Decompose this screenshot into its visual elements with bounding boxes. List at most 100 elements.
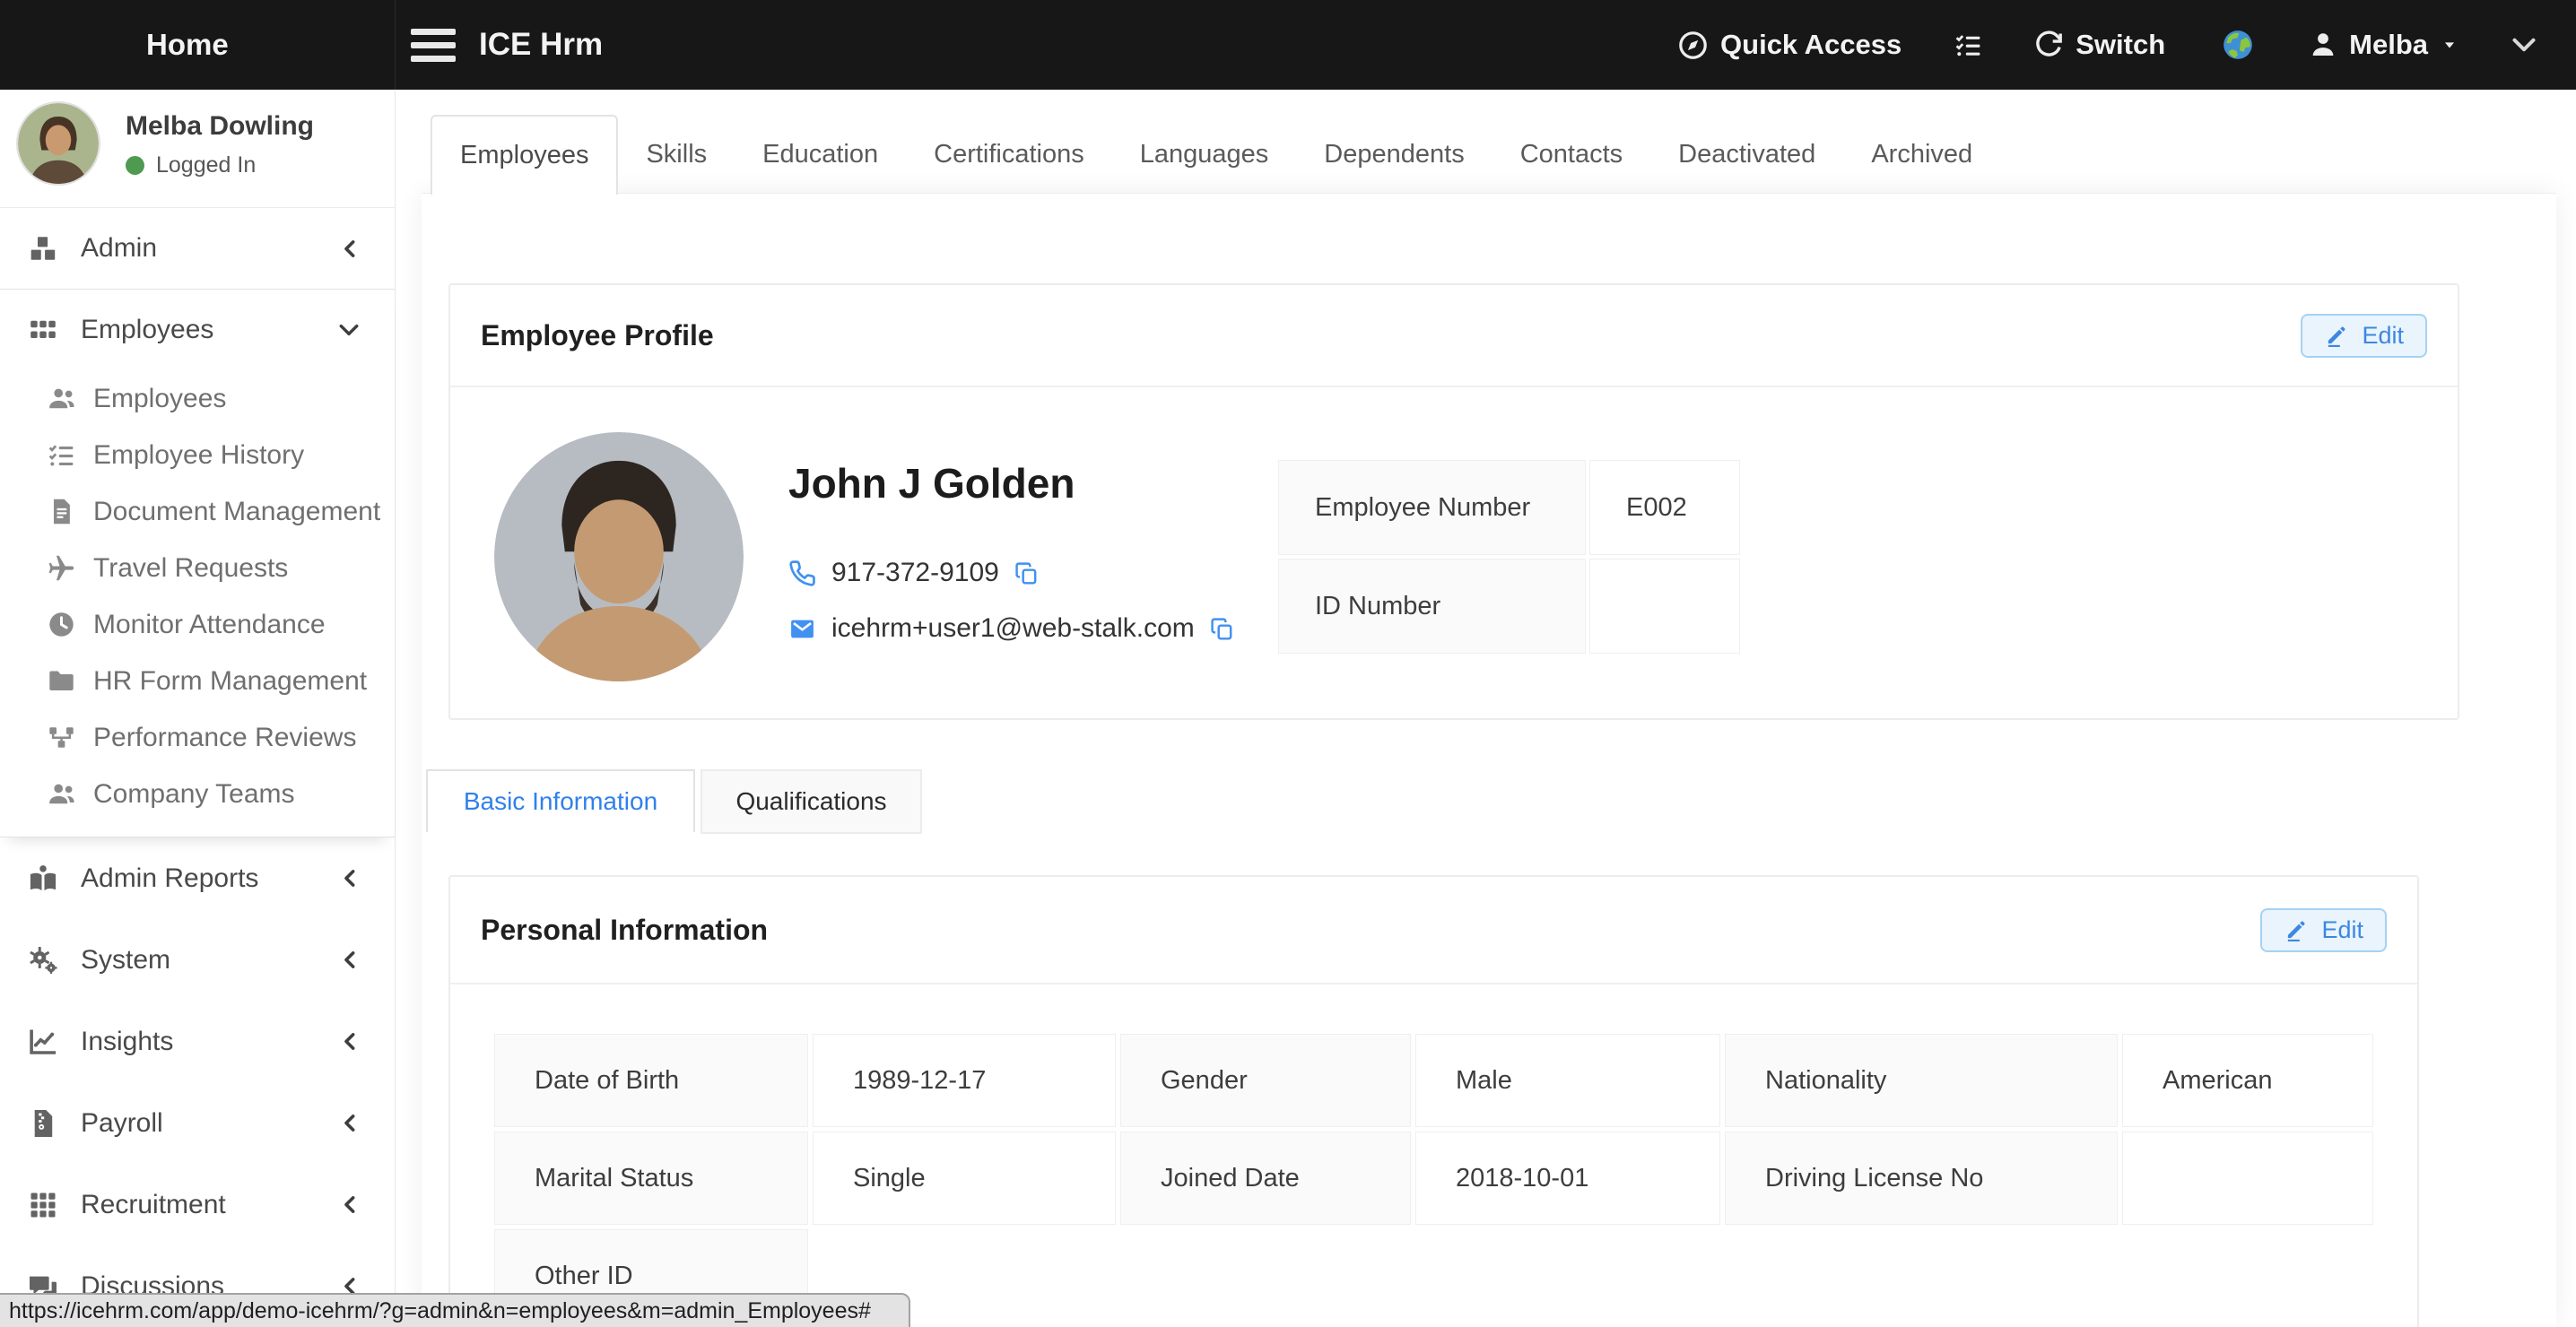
team-icon	[47, 779, 76, 809]
status-url: https://icehrm.com/app/demo-icehrm/?g=ad…	[9, 1298, 871, 1324]
compass-icon	[1677, 30, 1709, 61]
personal-information-table: Date of Birth 1989-12-17 Gender Male Nat…	[490, 1029, 2378, 1327]
tab-deactivated[interactable]: Deactivated	[1650, 115, 1843, 195]
tab-employees[interactable]: Employees	[431, 115, 618, 195]
employee-profile-title: Employee Profile	[481, 319, 714, 352]
sidebar-subitem-performance-reviews[interactable]: Performance Reviews	[0, 709, 395, 766]
field-label: Nationality	[1725, 1034, 2118, 1127]
employee-name: John J Golden	[788, 459, 1075, 507]
personal-information-card: Personal Information Edit Date of Birth …	[448, 875, 2419, 1327]
sidebar-item-admin-reports[interactable]: Admin Reports	[0, 837, 395, 919]
top-bar: Home ICE Hrm Quick Access Switch Melba	[0, 0, 2576, 90]
field-value: E002	[1589, 460, 1740, 555]
sidebar-subitem-travel-requests[interactable]: Travel Requests	[0, 540, 395, 596]
tab-contacts[interactable]: Contacts	[1493, 115, 1650, 195]
sidebar: Melba Dowling Logged In Admin Employees …	[0, 90, 396, 1327]
tasks-icon[interactable]	[1954, 30, 1983, 60]
home-link[interactable]: Home	[146, 0, 229, 90]
sidebar-subitem-employee-history[interactable]: Employee History	[0, 427, 395, 483]
checklist-icon	[47, 440, 76, 470]
mail-icon	[788, 615, 816, 643]
table-row: Marital Status Single Joined Date 2018-1…	[494, 1132, 2373, 1225]
payroll-file-icon	[27, 1107, 59, 1140]
phone-icon	[788, 559, 816, 587]
field-label: Employee Number	[1278, 460, 1586, 555]
field-value	[2122, 1132, 2373, 1225]
sidebar-subitem-company-teams[interactable]: Company Teams	[0, 766, 395, 822]
employee-email-row: icehrm+user1@web-stalk.com	[788, 613, 1234, 644]
field-label: Joined Date	[1120, 1132, 1411, 1225]
chevron-left-icon	[338, 1193, 362, 1217]
gears-icon	[27, 944, 59, 976]
pencil-icon	[2324, 324, 2348, 348]
tab-education[interactable]: Education	[735, 115, 906, 195]
employee-phone-row: 917-372-9109	[788, 558, 1039, 588]
browser-status-bar: https://icehrm.com/app/demo-icehrm/?g=ad…	[0, 1293, 910, 1327]
subtab-qualifications[interactable]: Qualifications	[701, 769, 922, 834]
sidebar-item-insights[interactable]: Insights	[0, 1001, 395, 1082]
personal-information-title: Personal Information	[481, 914, 768, 947]
user-menu[interactable]: Melba	[2309, 29, 2459, 61]
sidebar-subitem-document-management[interactable]: Document Management	[0, 483, 395, 540]
tab-panel: Employee Profile Edit John J Golden 917-…	[422, 193, 2556, 1327]
sidebar-item-recruitment[interactable]: Recruitment	[0, 1164, 395, 1245]
employee-email[interactable]: icehrm+user1@web-stalk.com	[831, 613, 1195, 644]
topbar-divider	[395, 0, 396, 90]
sidebar-subitem-employees[interactable]: Employees	[0, 370, 395, 427]
table-row: ID Number	[1278, 559, 1740, 654]
sidebar-subitem-hr-form-management[interactable]: HR Form Management	[0, 653, 395, 709]
employee-profile-card: Employee Profile Edit John J Golden 917-…	[448, 283, 2459, 720]
report-reader-icon	[27, 863, 59, 895]
team-icon	[47, 384, 76, 413]
caret-down-icon	[2440, 35, 2459, 55]
chevron-left-icon	[338, 237, 362, 261]
quick-access-button[interactable]: Quick Access	[1677, 29, 1902, 61]
hamburger-menu-icon[interactable]	[411, 23, 456, 66]
chevron-left-icon	[338, 866, 362, 890]
tab-dependents[interactable]: Dependents	[1296, 115, 1492, 195]
chevron-left-icon	[338, 1029, 362, 1054]
field-value: 2018-10-01	[1415, 1132, 1720, 1225]
icehrm-app: Home ICE Hrm Quick Access Switch Melba	[0, 0, 2576, 1327]
field-value	[1589, 559, 1740, 654]
table-row: Date of Birth 1989-12-17 Gender Male Nat…	[494, 1034, 2373, 1127]
sidebar-item-system[interactable]: System	[0, 919, 395, 1001]
sidebar-item-payroll[interactable]: Payroll	[0, 1082, 395, 1164]
copy-icon[interactable]	[1014, 561, 1039, 585]
subtab-basic-information[interactable]: Basic Information	[426, 769, 695, 832]
field-value: American	[2122, 1034, 2373, 1127]
pencil-icon	[2284, 918, 2308, 942]
plane-icon	[47, 553, 76, 583]
document-icon	[47, 497, 76, 526]
sidebar-subitem-monitor-attendance[interactable]: Monitor Attendance	[0, 596, 395, 653]
sidebar-user-status: Logged In	[126, 152, 256, 178]
personal-information-edit-button[interactable]: Edit	[2260, 908, 2387, 952]
field-value: 1989-12-17	[813, 1034, 1116, 1127]
tab-skills[interactable]: Skills	[618, 115, 735, 195]
chevron-left-icon	[338, 1111, 362, 1135]
brand-title[interactable]: ICE Hrm	[479, 0, 603, 90]
employee-id-table: Employee Number E002 ID Number	[1275, 456, 1744, 657]
sitemap-icon	[47, 723, 76, 752]
grid-icon	[27, 314, 59, 346]
tab-archived[interactable]: Archived	[1843, 115, 2000, 195]
field-label: ID Number	[1278, 559, 1586, 654]
employee-profile-edit-button[interactable]: Edit	[2301, 314, 2427, 358]
sidebar-item-employees-group[interactable]: Employees	[0, 290, 395, 370]
switch-button[interactable]: Switch	[2033, 29, 2165, 61]
tab-certifications[interactable]: Certifications	[906, 115, 1112, 195]
tab-languages[interactable]: Languages	[1112, 115, 1297, 195]
chevron-down-icon[interactable]	[2508, 29, 2540, 61]
table-row: Employee Number E002	[1278, 460, 1740, 555]
avatar	[16, 101, 100, 186]
sidebar-item-admin[interactable]: Admin	[0, 208, 395, 289]
field-value: Single	[813, 1132, 1116, 1225]
profile-subtabs: Basic Information Qualifications	[426, 769, 922, 834]
employee-phone[interactable]: 917-372-9109	[831, 558, 999, 588]
chart-line-icon	[27, 1026, 59, 1058]
clock-icon	[47, 610, 76, 639]
copy-icon[interactable]	[1210, 617, 1234, 641]
folder-icon	[47, 666, 76, 696]
globe-icon[interactable]	[2221, 28, 2255, 62]
cubes-icon	[27, 232, 59, 265]
